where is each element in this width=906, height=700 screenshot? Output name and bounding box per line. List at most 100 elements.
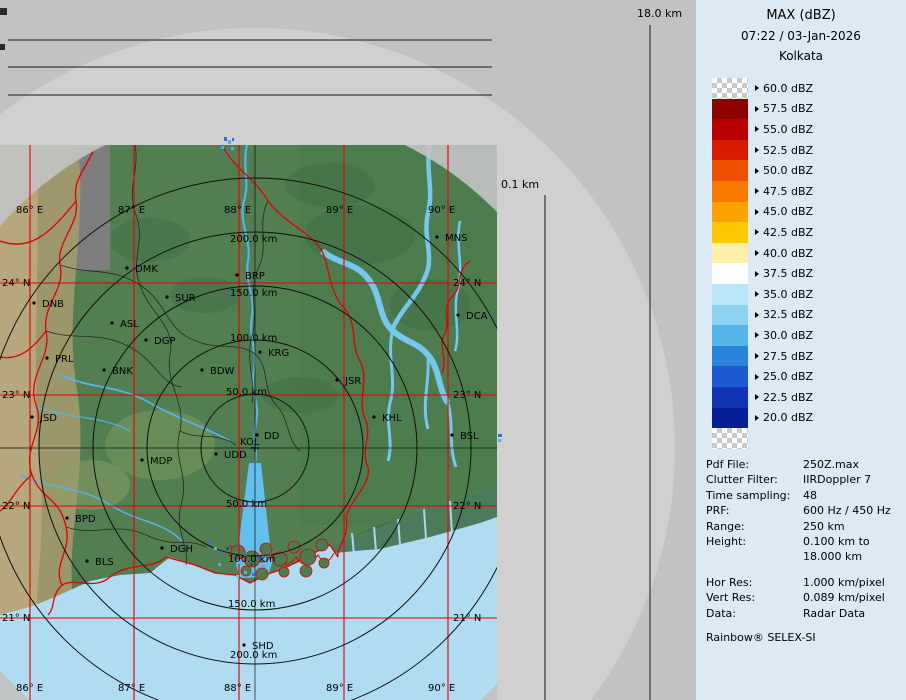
lat-label: 22° N [453,501,481,512]
city-label: SHD [252,641,274,652]
scale-row: 60.0 dBZ [712,78,813,99]
lat-label: 23° N [453,390,481,401]
city-dot [372,415,375,418]
scale-row: 50.0 dBZ [712,160,813,181]
city-label: SUR [175,293,196,304]
info-row: Hor Res:1.000 km/pixel [706,575,901,590]
scale-row: 22.5 dBZ [712,387,813,408]
lon-label: 89° E [326,205,353,216]
info-label: Pdf File: [706,457,803,472]
city-label: PRL [55,354,74,365]
ring-label: 50.0 km [226,387,267,398]
scale-swatch [712,222,748,243]
scale-tick-icon [755,188,759,194]
city-label: MDP [150,456,172,467]
radar-map-panel: 200.0 km 150.0 km 100.0 km 50.0 km 50.0 … [0,145,497,700]
city-label: BNK [112,366,133,377]
city-label: DCA [466,311,488,322]
info-value: 250 km [803,519,845,534]
info-row: Pdf File:250Z.max [706,457,901,472]
lon-label: 90° E [428,205,455,216]
info-value: 0.100 km to [803,534,870,549]
info-label: Vert Res: [706,590,803,605]
scale-tick-icon [755,229,759,235]
city-dot [102,368,105,371]
scale-label: 55.0 dBZ [763,123,813,136]
lat-label: 21° N [2,613,30,624]
city-dot [456,313,459,316]
scale-tick-icon [755,147,759,153]
info-label: Data: [706,606,803,621]
scale-swatch [712,202,748,223]
info-label: Clutter Filter: [706,472,803,487]
scale-label: 27.5 dBZ [763,350,813,363]
product-info: Pdf File:250Z.max Clutter Filter:IIRDopp… [706,457,901,644]
city-dot [242,643,245,646]
scale-label: 45.0 dBZ [763,205,813,218]
lon-label: 89° E [326,683,353,694]
scale-swatch [712,99,748,120]
info-value: Radar Data [803,606,865,621]
scale-tick-icon [755,394,759,400]
scale-label: 32.5 dBZ [763,308,813,321]
city-dot [110,321,113,324]
city-dot [450,433,453,436]
city-label: BDW [210,366,235,377]
info-label: PRF: [706,503,803,518]
scale-row: 32.5 dBZ [712,305,813,326]
radar-display-window: 18.0 km 0.1 km [0,0,906,700]
ring-label: 150.0 km [228,599,275,610]
city-label: BSL [460,431,479,442]
scale-tick-icon [755,250,759,256]
scale-swatch [712,387,748,408]
scale-tick-icon [755,209,759,215]
city-label: DNB [42,299,64,310]
lon-label: 86° E [16,683,43,694]
legend-panel: MAX (dBZ) 07:22 / 03-Jan-2026 Kolkata 60… [695,0,906,700]
info-value: 1.000 km/pixel [803,575,885,590]
city-label: BRP [245,271,265,282]
lat-label: 23° N [2,390,30,401]
city-dot [32,301,35,304]
product-datetime: 07:22 / 03-Jan-2026 [696,26,906,46]
city-label: KHL [382,413,402,424]
scale-row: 20.0 dBZ [712,408,813,429]
lat-label: 24° N [453,278,481,289]
city-label: DGH [170,544,193,555]
city-dot [435,235,438,238]
city-label: BPD [75,514,96,525]
city-label: JSD [39,413,57,424]
city-label: MNS [445,233,467,244]
scale-swatch [712,140,748,161]
lon-label: 86° E [16,205,43,216]
lon-label: 88° E [224,683,251,694]
software-brand: Rainbow® SELEX-SI [706,631,901,644]
info-value: IIRDoppler 7 [803,472,871,487]
info-label: Hor Res: [706,575,803,590]
scale-row: 35.0 dBZ [712,284,813,305]
scale-row: 55.0 dBZ [712,119,813,140]
side-height-label: 0.1 km [501,178,539,191]
scale-tick-icon [755,332,759,338]
city-dot [160,546,163,549]
scale-row: 52.5 dBZ [712,140,813,161]
scale-swatch [712,305,748,326]
radar-map: 200.0 km 150.0 km 100.0 km 50.0 km 50.0 … [0,145,497,700]
scale-label: 57.5 dBZ [763,102,813,115]
info-value: 48 [803,488,817,503]
scale-tick-icon [755,85,759,91]
top-height-label: 18.0 km [637,7,682,20]
scale-swatch [712,263,748,284]
ring-label: 100.0 km [230,333,277,344]
city-label: DGP [154,336,175,347]
scale-label: 20.0 dBZ [763,411,813,424]
info-row: Range:250 km [706,519,901,534]
info-value: 18.000 km [803,549,862,564]
city-label: KOL [240,437,260,448]
scale-tick-icon [755,168,759,174]
scale-tick-icon [755,126,759,132]
lat-label: 24° N [2,278,30,289]
lon-label: 90° E [428,683,455,694]
scale-swatch [712,325,748,346]
scale-tick-icon [755,271,759,277]
